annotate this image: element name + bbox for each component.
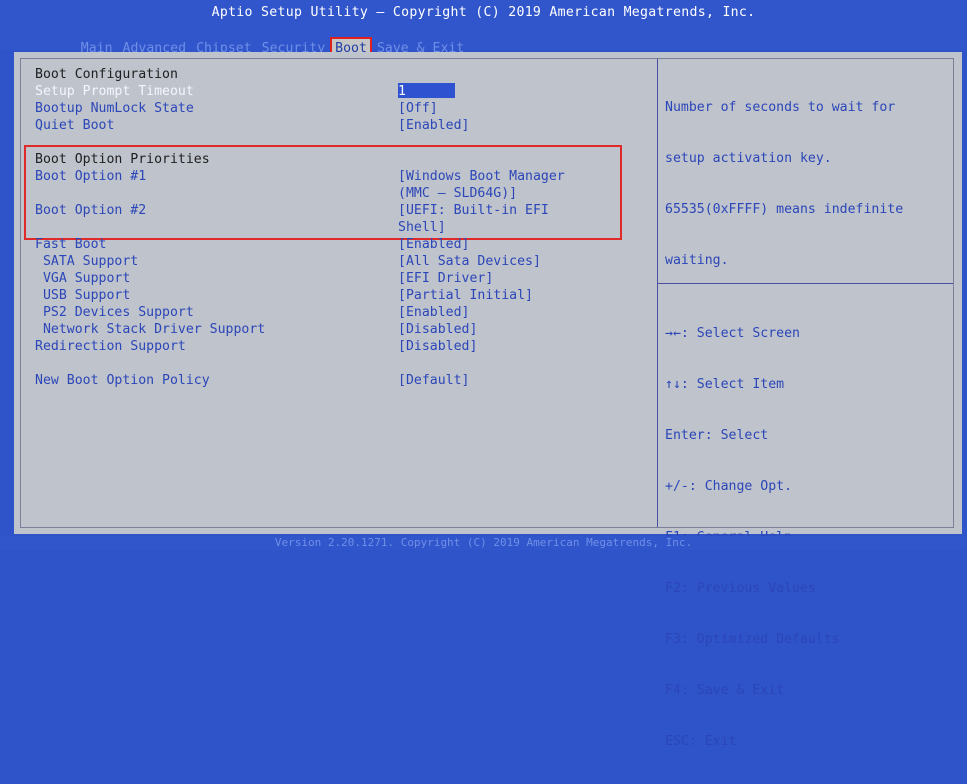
help-line: Number of seconds to wait for <box>665 100 896 115</box>
key-previous-values: F2: Previous Values <box>665 581 816 596</box>
new-boot-policy-label[interactable]: New Boot Option Policy <box>35 372 210 389</box>
fast-boot-label[interactable]: Fast Boot <box>35 236 106 253</box>
redirection-support-label[interactable]: Redirection Support <box>35 338 186 355</box>
setup-prompt-timeout-value[interactable]: 1 <box>398 83 455 100</box>
help-line: 65535(0xFFFF) means indefinite <box>665 202 904 217</box>
redirection-support-value[interactable]: [Disabled] <box>398 338 477 355</box>
network-stack-value[interactable]: [Disabled] <box>398 321 477 338</box>
help-line: setup activation key. <box>665 151 832 166</box>
key-change-opt: +/-: Change Opt. <box>665 479 793 494</box>
help-line: waiting. <box>665 253 729 268</box>
setup-panel: Boot Configuration Setup Prompt Timeout … <box>14 52 962 749</box>
vga-support-label[interactable]: VGA Support <box>35 270 130 287</box>
key-select-screen: →←: Select Screen <box>665 326 800 341</box>
help-description: Number of seconds to wait for setup acti… <box>665 65 903 303</box>
panel-frame: Boot Configuration Setup Prompt Timeout … <box>20 58 954 749</box>
boot-configuration-heading: Boot Configuration <box>35 67 178 82</box>
vertical-divider <box>657 59 658 527</box>
ps2-support-label[interactable]: PS2 Devices Support <box>35 304 194 321</box>
quiet-boot-value[interactable]: [Enabled] <box>398 117 469 134</box>
key-enter: Enter: Select <box>665 428 769 443</box>
key-optimized-defaults: F3: Optimized Defaults <box>665 632 840 647</box>
numlock-value[interactable]: [Off] <box>398 100 438 117</box>
new-boot-policy-value[interactable]: [Default] <box>398 372 469 389</box>
boot-priorities-highlight <box>24 145 622 240</box>
key-select-item: ↑↓: Select Item <box>665 377 785 392</box>
title-bar: Aptio Setup Utility – Copyright (C) 2019… <box>0 0 967 60</box>
key-esc-exit: ESC: Exit <box>665 734 737 749</box>
usb-support-label[interactable]: USB Support <box>35 287 130 304</box>
vga-support-value[interactable]: [EFI Driver] <box>398 270 493 287</box>
numlock-label[interactable]: Bootup NumLock State <box>35 100 194 117</box>
utility-title: Aptio Setup Utility – Copyright (C) 2019… <box>211 5 756 20</box>
quiet-boot-label[interactable]: Quiet Boot <box>35 117 114 134</box>
version-footer: Version 2.20.1271. Copyright (C) 2019 Am… <box>0 536 967 550</box>
sata-support-label[interactable]: SATA Support <box>35 253 138 270</box>
ps2-support-value[interactable]: [Enabled] <box>398 304 469 321</box>
network-stack-label[interactable]: Network Stack Driver Support <box>35 321 265 338</box>
fast-boot-value[interactable]: [Enabled] <box>398 236 469 253</box>
menu-bar: Main Advanced Chipset Security Boot Save & Ex… <box>46 24 471 60</box>
setup-prompt-timeout-label[interactable]: Setup Prompt Timeout <box>35 83 194 100</box>
key-save-exit: F4: Save & Exit <box>665 683 785 698</box>
usb-support-value[interactable]: [Partial Initial] <box>398 287 533 304</box>
sata-support-value[interactable]: [All Sata Devices] <box>398 253 541 270</box>
